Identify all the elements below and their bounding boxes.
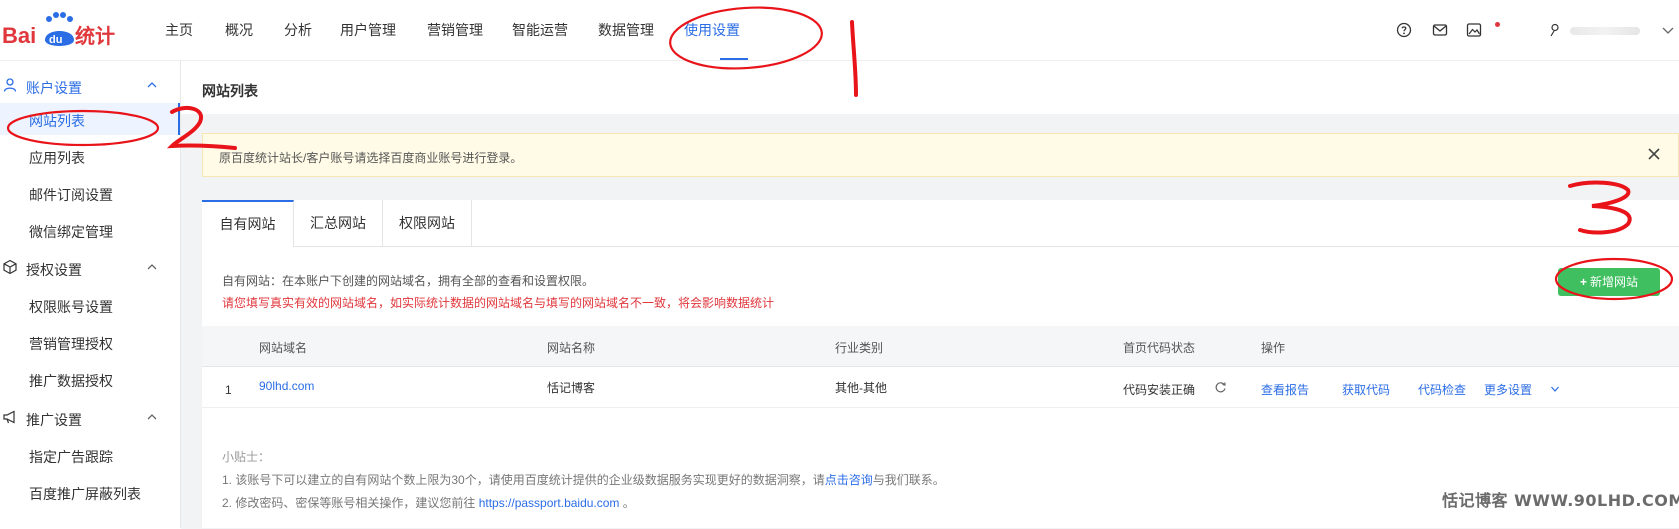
nav-home[interactable]: 主页 [165,20,193,40]
sidebar-item-label: 网站列表 [29,113,85,129]
sidebar-group-authorization-settings[interactable]: 授权设置 [0,249,180,285]
chevron-up-icon [146,79,158,91]
view-report-link[interactable]: 查看报告 [1261,381,1309,398]
column-header-code-status: 首页代码状态 [1123,341,1196,355]
page-title: 网站列表 [202,83,258,99]
sidebar-group-label: 账户设置 [26,80,82,96]
sidebar-item-label: 指定广告跟踪 [29,449,113,465]
table-row: 1 90lhd.com 恬记博客 其他-其他 代码安装正确 查看报告 获取代码 … [202,367,1679,408]
chevron-up-icon [146,261,158,273]
sidebar-item-app-list[interactable]: 应用列表 [0,140,180,172]
help-icon[interactable] [1396,22,1412,38]
sidebar-group-label: 授权设置 [26,262,82,278]
sidebar-item-label: 邮件订阅设置 [29,187,113,203]
table-header: 网站域名 网站名称 行业类别 首页代码状态 操作 [202,326,1679,367]
message-icon[interactable] [1432,22,1448,38]
domain-warning: 请您填写真实有效的网站域名，如实际统计数据的网站域名与填写的网站域名不一致，将会… [222,296,775,310]
tip-text: 与我们联系。 [872,473,945,487]
active-nav-indicator [720,58,748,60]
own-website-description: 自有网站：在本账户下创建的网站域名，拥有全部的查看和设置权限。 [222,274,595,288]
cube-icon [2,259,18,275]
svg-text:du: du [49,34,62,46]
user-icon[interactable] [1548,22,1564,38]
passport-link[interactable]: https://passport.baidu.com [479,496,620,510]
notice-text: 原百度统计站长/客户账号请选择百度商业账号进行登录。 [219,151,523,165]
sidebar-item-promotion-blocklist[interactable]: 百度推广屏蔽列表 [0,476,180,508]
baidu-tongji-logo[interactable]: Bai du 统计 [2,10,122,50]
tip-text: 。 [619,496,635,510]
watermark: 恬记博客 WWW.90LHD.COM [1442,491,1679,510]
notice-banner: 原百度统计站长/客户账号请选择百度商业账号进行登录。 [202,133,1679,177]
sidebar-item-permission-accounts[interactable]: 权限账号设置 [0,289,180,321]
plus-icon: + [1579,275,1587,289]
nav-analysis[interactable]: 分析 [284,20,312,40]
account-name-blurred[interactable] [1570,27,1640,35]
tab-permission-websites[interactable]: 权限网站 [383,200,472,246]
sidebar-item-label: 权限账号设置 [29,299,113,315]
megaphone-icon [2,409,18,425]
sidebar-item-website-list[interactable]: 网站列表 [0,103,180,135]
column-header-industry: 行业类别 [835,341,884,355]
nav-smart-operations[interactable]: 智能运营 [512,20,568,40]
website-list-card: 自有网站 汇总网站 权限网站 自有网站：在本账户下创建的网站域名，拥有全部的查看… [202,200,1679,528]
row-index: 1 [225,383,232,397]
add-website-button[interactable]: + 新增网站 [1558,268,1660,296]
sidebar-group-promotion-settings[interactable]: 推广设置 [0,399,180,435]
sidebar-item-label: 营销管理授权 [29,336,113,352]
code-status: 代码安装正确 [1123,383,1196,397]
nav-user-management[interactable]: 用户管理 [340,20,396,40]
tips-title: 小贴士： [222,450,271,464]
site-industry: 其他-其他 [835,381,887,395]
tip-password: 2. 修改密码、密保等账号相关操作，建议您前往 https://passport… [222,494,635,511]
svg-text:Bai: Bai [2,23,36,48]
sidebar-group-account-settings[interactable]: 账户设置 [0,67,180,103]
sidebar-item-ad-tracking[interactable]: 指定广告跟踪 [0,439,180,471]
svg-text:统计: 统计 [75,24,115,48]
tip-text: 2. 修改密码、密保等账号相关操作，建议您前往 [222,496,479,510]
sidebar-item-marketing-authorization[interactable]: 营销管理授权 [0,326,180,358]
sidebar-group-label: 推广设置 [26,412,82,428]
top-navigation: Bai du 统计 主页 概况 分析 用户管理 营销管理 智能运营 数据管理 使… [0,0,1679,61]
chevron-down-icon[interactable] [1660,22,1676,38]
page-header: 网站列表 [181,61,1679,114]
more-settings-link[interactable]: 更多设置 [1484,381,1532,398]
nav-overview[interactable]: 概况 [225,20,253,40]
consult-link[interactable]: 点击咨询 [825,473,873,487]
sidebar-item-label: 推广数据授权 [29,373,113,389]
sidebar-item-label: 百度推广屏蔽列表 [29,486,141,502]
nav-data-management[interactable]: 数据管理 [598,20,654,40]
tab-own-websites[interactable]: 自有网站 [202,200,294,247]
column-header-site-name: 网站名称 [547,341,596,355]
sidebar: 账户设置 网站列表 应用列表 邮件订阅设置 微信绑定管理 授权设置 权限账号设置… [0,61,181,528]
nav-marketing-management[interactable]: 营销管理 [427,20,483,40]
chevron-up-icon [146,411,158,423]
user-icon [2,77,18,93]
chevron-down-icon[interactable] [1550,382,1560,392]
tip-text: 1. 该账号下可以建立的自有网站个数上限为30个，请使用百度统计提供的企业级数据… [222,473,825,487]
notification-badge [1495,22,1500,27]
tab-bar: 自有网站 汇总网站 权限网站 [202,200,1679,247]
add-website-label: 新增网站 [1590,275,1639,289]
sidebar-item-label: 微信绑定管理 [29,224,113,240]
tab-summary-websites[interactable]: 汇总网站 [294,200,383,246]
sidebar-item-wechat-binding[interactable]: 微信绑定管理 [0,214,180,246]
site-name: 恬记博客 [547,381,596,395]
column-header-actions: 操作 [1261,341,1286,355]
tip-website-limit: 1. 该账号下可以建立的自有网站个数上限为30个，请使用百度统计提供的企业级数据… [222,471,945,488]
code-check-link[interactable]: 代码检查 [1418,381,1466,398]
sidebar-item-label: 应用列表 [29,150,85,166]
sidebar-item-email-subscription[interactable]: 邮件订阅设置 [0,177,180,209]
sidebar-item-promotion-data-authorization[interactable]: 推广数据授权 [0,363,180,395]
column-header-domain: 网站域名 [259,341,308,355]
site-domain-link[interactable]: 90lhd.com [259,379,314,393]
image-icon[interactable] [1466,22,1482,38]
get-code-link[interactable]: 获取代码 [1342,381,1390,398]
refresh-icon[interactable] [1214,381,1227,394]
nav-usage-settings[interactable]: 使用设置 [684,20,740,40]
close-icon[interactable] [1646,146,1662,162]
